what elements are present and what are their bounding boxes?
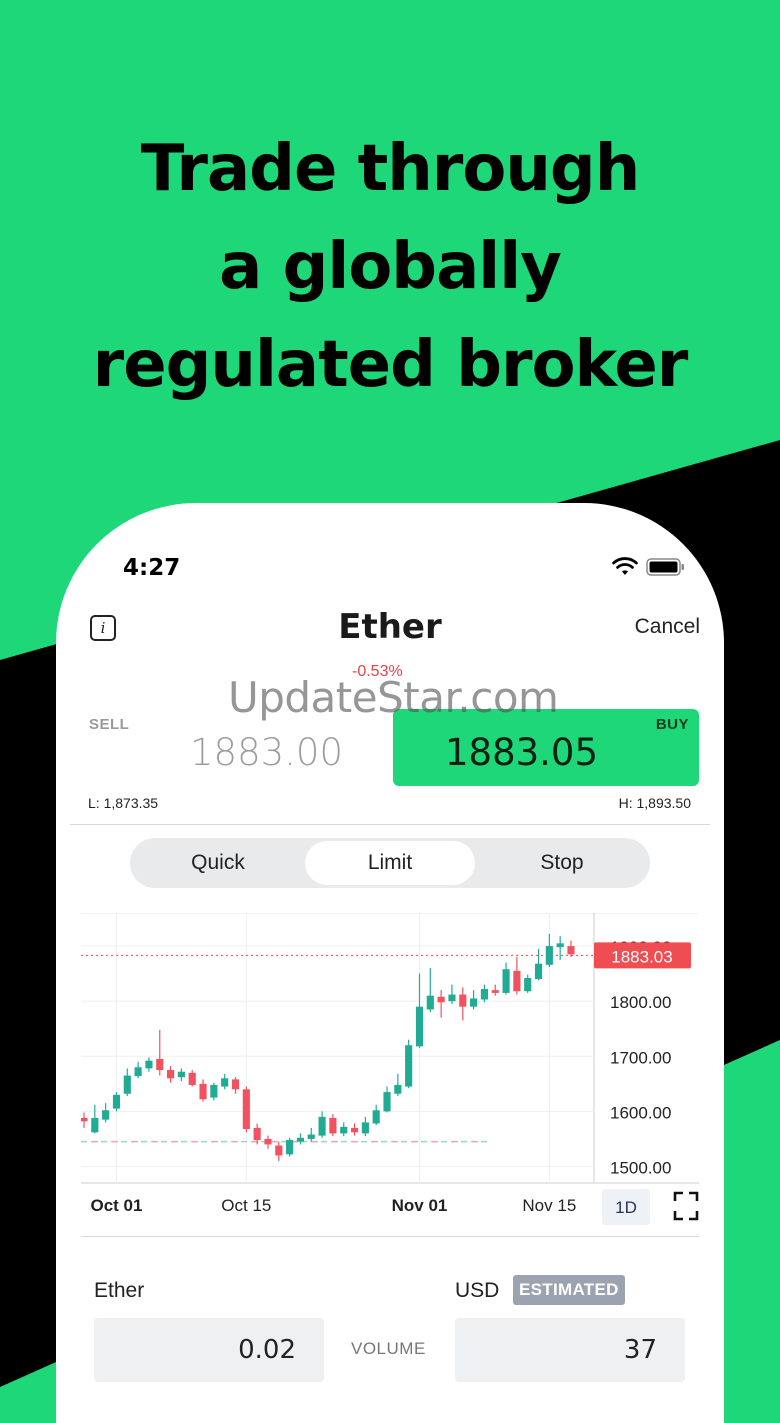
headline-line-1: Trade through <box>140 132 641 206</box>
volume-label: VOLUME <box>351 1339 426 1358</box>
chart-candle <box>448 994 456 1002</box>
wifi-icon <box>612 557 638 575</box>
chart-candle <box>534 963 543 980</box>
chart-y-tick-label: 1600.00 <box>610 1103 671 1122</box>
chart-candle <box>415 1006 424 1047</box>
fullscreen-icon[interactable] <box>673 1191 699 1221</box>
chart-x-tick-label: Nov 15 <box>522 1196 576 1215</box>
phone-screen: 4:27 i Ether Cancel -0.53% SELL 1883.00 … <box>56 503 724 1423</box>
watermark: UpdateStar.com <box>228 673 559 722</box>
divider <box>70 824 710 825</box>
buy-price: 1883.05 <box>445 731 599 774</box>
chart-candle <box>383 1092 391 1112</box>
fullscreen-icon-corner <box>689 1191 699 1201</box>
chart-candle <box>361 1122 369 1134</box>
cancel-button[interactable]: Cancel <box>635 615 700 639</box>
battery-icon <box>646 558 684 576</box>
chart-candle <box>91 1117 99 1133</box>
sell-label: SELL <box>89 716 130 733</box>
chart-y-tick-label: 1700.00 <box>610 1048 671 1067</box>
chart-candle <box>275 1145 283 1156</box>
chart-candle <box>242 1089 250 1129</box>
fullscreen-icon-corner <box>689 1211 699 1221</box>
headline-line-3: regulated broker <box>92 328 689 402</box>
estimated-badge: ESTIMATED <box>513 1275 625 1305</box>
asset-label: Ether <box>94 1279 145 1302</box>
chart-candle <box>221 1078 229 1087</box>
chart-candle <box>81 1117 88 1122</box>
chart-candle <box>350 1127 359 1133</box>
chart-candle <box>210 1084 218 1098</box>
chart-candle <box>156 1059 164 1071</box>
chart-candle <box>307 1134 315 1139</box>
tab-quick[interactable]: Quick <box>133 841 303 885</box>
order-type-selector: Quick Limit Stop <box>130 838 650 888</box>
chart-candle <box>318 1116 326 1136</box>
divider <box>81 1236 699 1237</box>
chart-candle <box>405 1045 413 1087</box>
tab-stop[interactable]: Stop <box>477 841 647 885</box>
chart-candle <box>502 969 510 993</box>
chart-candle <box>134 1067 142 1077</box>
chart-current-price-label: 1883.03 <box>611 947 672 966</box>
chart-candle <box>199 1083 207 1100</box>
price-chart[interactable]: 1500.001600.001700.001800.001900.00Oct 0… <box>81 913 699 1235</box>
chart-candle <box>470 998 478 1007</box>
page-title: Ether <box>338 607 442 647</box>
chart-x-tick-label: Nov 01 <box>392 1196 448 1215</box>
chart-candle <box>286 1140 294 1155</box>
chart-y-tick-label: 1800.00 <box>610 993 671 1012</box>
chart-candle <box>545 946 553 965</box>
chart-candle <box>567 946 575 955</box>
status-icons <box>612 557 686 577</box>
currency-amount-input[interactable]: 37 <box>455 1318 685 1382</box>
tab-limit[interactable]: Limit <box>305 841 475 885</box>
chart-candle <box>123 1075 131 1094</box>
fullscreen-icon-corner <box>673 1191 683 1201</box>
chart-candle <box>459 994 467 1007</box>
headline-line-2: a globally <box>219 230 562 304</box>
headline: Trade through a globally regulated broke… <box>0 120 780 414</box>
low-price: L: 1,873.35 <box>88 795 159 811</box>
sell-price-button[interactable]: 1883.00 <box>190 731 343 774</box>
chart-candle <box>437 996 445 1003</box>
fullscreen-icon-corner <box>673 1211 683 1221</box>
chart-candle <box>264 1138 272 1145</box>
status-time: 4:27 <box>123 555 181 581</box>
chart-candle <box>253 1127 261 1141</box>
currency-label: USD <box>455 1279 500 1302</box>
chart-candle <box>556 943 564 948</box>
chart-candle <box>329 1117 337 1134</box>
high-price: H: 1,893.50 <box>618 795 691 811</box>
chart-y-tick-label: 1500.00 <box>610 1158 671 1177</box>
chart-candle <box>112 1094 121 1109</box>
chart-candle <box>167 1070 175 1079</box>
chart-x-tick-label: Oct 15 <box>221 1196 271 1215</box>
chart-candle <box>394 1084 402 1094</box>
timeframe-label: 1D <box>615 1198 637 1217</box>
chart-x-tick-label: Oct 01 <box>90 1196 142 1215</box>
chart-candle <box>372 1110 380 1124</box>
chart-candle <box>513 970 521 992</box>
chart-candle <box>524 978 532 992</box>
buy-label: BUY <box>655 716 689 733</box>
chart-candle <box>231 1079 240 1090</box>
chart-candle <box>296 1137 305 1142</box>
chart-candle <box>491 990 499 993</box>
chart-candle <box>480 989 488 1000</box>
chart-candle <box>145 1060 153 1069</box>
chart-candle <box>177 1071 185 1078</box>
chart-candle <box>340 1126 348 1134</box>
chart-candle <box>426 995 434 1010</box>
chart-candle <box>102 1110 110 1120</box>
asset-amount-input[interactable]: 0.02 <box>94 1318 324 1382</box>
chart-candle <box>188 1072 196 1085</box>
